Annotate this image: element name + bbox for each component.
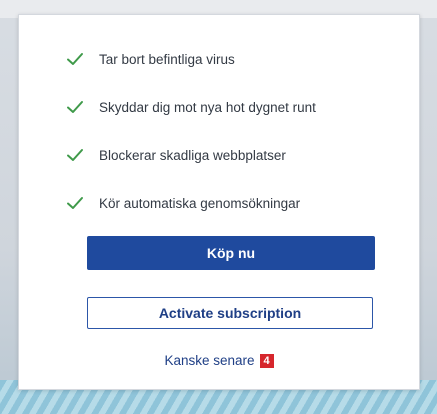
check-icon [67,149,83,161]
upgrade-dialog: Tar bort befintliga virus Skyddar dig mo… [18,14,420,390]
feature-item: Skyddar dig mot nya hot dygnet runt [65,83,316,131]
check-icon [67,53,83,65]
feature-label: Kör automatiska genomsökningar [99,195,301,211]
feature-label: Tar bort befintliga virus [99,51,235,67]
feature-label: Skyddar dig mot nya hot dygnet runt [99,99,316,115]
feature-label: Blockerar skadliga webbplatser [99,147,286,163]
feature-list: Tar bort befintliga virus Skyddar dig mo… [65,35,316,227]
feature-item: Blockerar skadliga webbplatser [65,131,316,179]
check-icon [67,197,83,209]
maybe-later-row: Kanske senare 4 [19,353,419,368]
shortcut-badge: 4 [259,353,274,368]
check-icon [67,101,83,113]
buy-now-button[interactable]: Köp nu [87,236,375,270]
feature-item: Kör automatiska genomsökningar [65,179,316,227]
activate-subscription-button[interactable]: Activate subscription [87,297,373,329]
maybe-later-link[interactable]: Kanske senare [164,353,254,368]
feature-item: Tar bort befintliga virus [65,35,316,83]
